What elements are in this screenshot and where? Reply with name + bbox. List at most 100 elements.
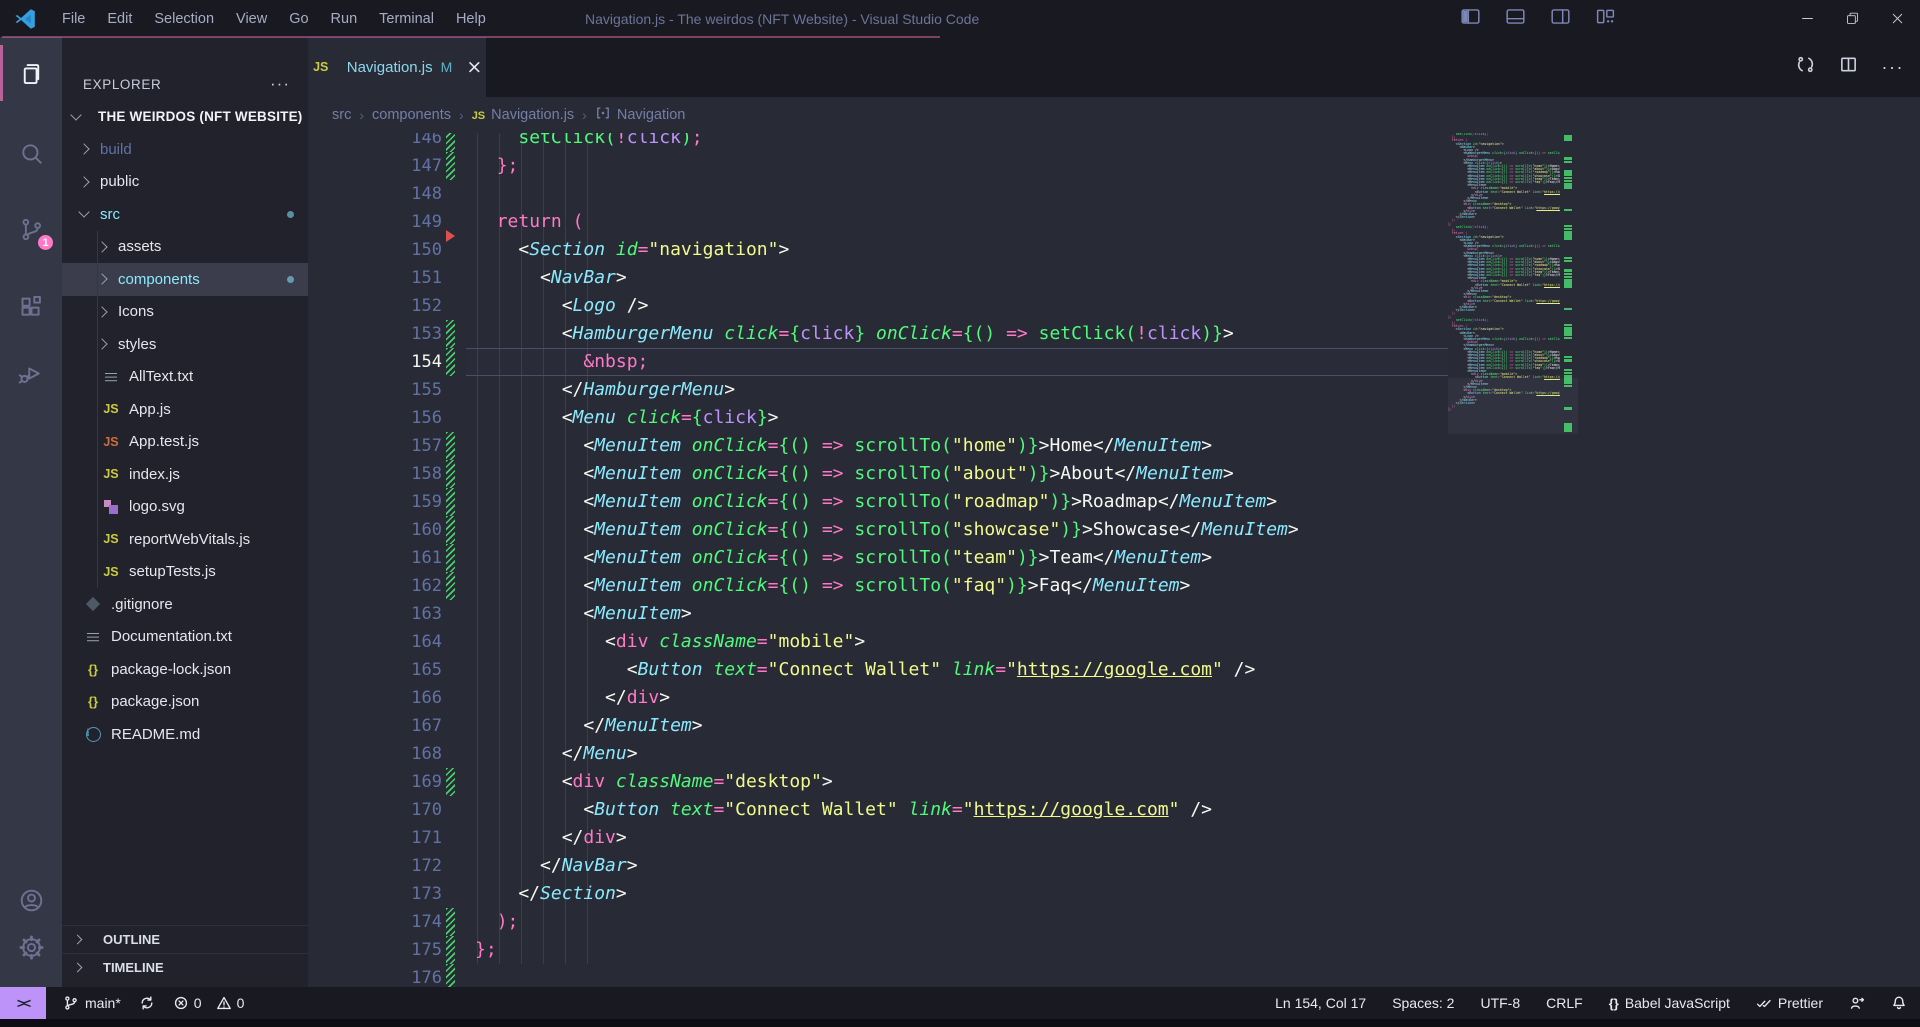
menu-view[interactable]: View bbox=[225, 0, 278, 37]
status-formatter[interactable]: Prettier bbox=[1743, 987, 1836, 1019]
code-line-161[interactable]: 161 <MenuItem onClick={() => scrollTo("t… bbox=[308, 544, 1920, 572]
code-line-153[interactable]: 153 <HamburgerMenu click={click} onClick… bbox=[308, 320, 1920, 348]
tree-item-package-lock-json[interactable]: {}package-lock.json bbox=[62, 653, 308, 686]
tree-item-src[interactable]: src bbox=[62, 198, 308, 231]
breadcrumb-navigation[interactable]: Navigation bbox=[595, 105, 686, 125]
menu-selection[interactable]: Selection bbox=[143, 0, 225, 37]
minimap-slider[interactable] bbox=[1448, 378, 1578, 434]
activity-run-and-debug[interactable] bbox=[0, 348, 62, 398]
tree-item-readme-md[interactable]: iREADME.md bbox=[62, 718, 308, 751]
code-line-147[interactable]: 147 }; bbox=[308, 152, 1920, 180]
breadcrumb-src[interactable]: src bbox=[332, 107, 351, 123]
code-line-164[interactable]: 164 <div className="mobile"> bbox=[308, 628, 1920, 656]
activity-accounts[interactable] bbox=[0, 875, 62, 925]
restore-icon[interactable] bbox=[1830, 0, 1875, 37]
code-line-163[interactable]: 163 <MenuItem> bbox=[308, 600, 1920, 628]
more-actions-icon[interactable]: ··· bbox=[1882, 57, 1904, 78]
code-line-171[interactable]: 171 </div> bbox=[308, 824, 1920, 852]
code-line-157[interactable]: 157 <MenuItem onClick={() => scrollTo("h… bbox=[308, 432, 1920, 460]
outline-panel-header[interactable]: OUTLINE bbox=[62, 925, 308, 953]
code-line-160[interactable]: 160 <MenuItem onClick={() => scrollTo("s… bbox=[308, 516, 1920, 544]
code-line-150[interactable]: 150 <Section id="navigation"> bbox=[308, 236, 1920, 264]
customize-layout-icon[interactable] bbox=[1595, 6, 1616, 32]
menu-edit[interactable]: Edit bbox=[96, 0, 143, 37]
status-feedback[interactable] bbox=[1836, 987, 1878, 1019]
tab-close-icon[interactable]: × bbox=[466, 56, 482, 78]
code-line-151[interactable]: 151 <NavBar> bbox=[308, 264, 1920, 292]
timeline-panel-header[interactable]: TIMELINE bbox=[62, 953, 308, 981]
breadcrumb-navigation-js[interactable]: JSNavigation.js bbox=[472, 107, 574, 123]
tree-item-icons[interactable]: Icons bbox=[62, 296, 308, 329]
breadcrumb-components[interactable]: components bbox=[372, 107, 451, 123]
tree-item-package-json[interactable]: {}package.json bbox=[62, 686, 308, 719]
code-line-155[interactable]: 155 </HamburgerMenu> bbox=[308, 376, 1920, 404]
open-changes-icon[interactable] bbox=[1796, 55, 1815, 79]
status-branch[interactable]: main* bbox=[54, 987, 130, 1019]
toggle-sidebar-icon[interactable] bbox=[1460, 6, 1481, 32]
tree-item-components[interactable]: components bbox=[62, 263, 308, 296]
split-editor-icon[interactable] bbox=[1839, 55, 1858, 79]
code-line-175[interactable]: 175}; bbox=[308, 936, 1920, 964]
status-language-mode[interactable]: {}Babel JavaScript bbox=[1596, 987, 1743, 1019]
tree-item-index-js[interactable]: JSindex.js bbox=[62, 458, 308, 491]
code-line-173[interactable]: 173 </Section> bbox=[308, 880, 1920, 908]
toggle-secondary-sidebar-icon[interactable] bbox=[1550, 6, 1571, 32]
status-eol[interactable]: CRLF bbox=[1533, 987, 1596, 1019]
menu-terminal[interactable]: Terminal bbox=[368, 0, 445, 37]
status-notifications[interactable] bbox=[1878, 987, 1920, 1019]
activity-search[interactable] bbox=[0, 128, 62, 178]
activity-extensions[interactable] bbox=[0, 281, 62, 331]
status-sync[interactable] bbox=[130, 987, 164, 1019]
tree-item-documentation-txt[interactable]: Documentation.txt bbox=[62, 621, 308, 654]
tree-item-public[interactable]: public bbox=[62, 166, 308, 199]
code-line-152[interactable]: 152 <Logo /> bbox=[308, 292, 1920, 320]
menu-file[interactable]: File bbox=[51, 0, 96, 37]
activity-explorer[interactable] bbox=[0, 48, 62, 98]
code-line-169[interactable]: 169 <div className="desktop"> bbox=[308, 768, 1920, 796]
close-icon[interactable] bbox=[1875, 0, 1920, 37]
status-indentation[interactable]: Spaces: 2 bbox=[1379, 987, 1467, 1019]
tree-item-styles[interactable]: styles bbox=[62, 328, 308, 361]
code-line-176[interactable]: 176 bbox=[308, 964, 1920, 987]
status-cursor-position[interactable]: Ln 154, Col 17 bbox=[1262, 987, 1379, 1019]
code-line-156[interactable]: 156 <Menu click={click}> bbox=[308, 404, 1920, 432]
code-line-165[interactable]: 165 <Button text="Connect Wallet" link="… bbox=[308, 656, 1920, 684]
status-remote[interactable]: >< bbox=[0, 987, 46, 1019]
code-line-146[interactable]: 146 setClick(!click); bbox=[308, 133, 1920, 152]
tree-item-build[interactable]: build bbox=[62, 133, 308, 166]
tree-item-app-js[interactable]: JSApp.js bbox=[62, 393, 308, 426]
tree-item-alltext-txt[interactable]: AllText.txt bbox=[62, 361, 308, 394]
status-problems[interactable]: 00 bbox=[164, 987, 262, 1019]
tree-item-assets[interactable]: assets bbox=[62, 231, 308, 264]
code-line-172[interactable]: 172 </NavBar> bbox=[308, 852, 1920, 880]
code-line-168[interactable]: 168 </Menu> bbox=[308, 740, 1920, 768]
tree-item-setuptests-js[interactable]: JSsetupTests.js bbox=[62, 556, 308, 589]
code-line-162[interactable]: 162 <MenuItem onClick={() => scrollTo("f… bbox=[308, 572, 1920, 600]
status-encoding[interactable]: UTF-8 bbox=[1467, 987, 1533, 1019]
tab-navigation-js[interactable]: JS Navigation.js M × bbox=[308, 37, 486, 97]
activity-settings[interactable] bbox=[0, 922, 62, 972]
menu-go[interactable]: Go bbox=[278, 0, 319, 37]
code-editor[interactable]: 146 setClick(!click);147 };148149 return… bbox=[308, 133, 1920, 987]
toggle-panel-icon[interactable] bbox=[1505, 6, 1526, 32]
workspace-section-header[interactable]: THE WEIRDOS (NFT WEBSITE) bbox=[62, 100, 308, 133]
sidebar-more-actions-button[interactable]: ··· bbox=[270, 70, 290, 98]
code-line-166[interactable]: 166 </div> bbox=[308, 684, 1920, 712]
code-line-149[interactable]: 149 return ( bbox=[308, 208, 1920, 236]
code-line-174[interactable]: 174 ); bbox=[308, 908, 1920, 936]
code-line-167[interactable]: 167 </MenuItem> bbox=[308, 712, 1920, 740]
code-line-154[interactable]: 154 &nbsp; bbox=[308, 348, 1920, 376]
code-line-158[interactable]: 158 <MenuItem onClick={() => scrollTo("a… bbox=[308, 460, 1920, 488]
code-line-170[interactable]: 170 <Button text="Connect Wallet" link="… bbox=[308, 796, 1920, 824]
code-line-159[interactable]: 159 <MenuItem onClick={() => scrollTo("r… bbox=[308, 488, 1920, 516]
minimize-icon[interactable] bbox=[1785, 0, 1830, 37]
tree-item-logo-svg[interactable]: logo.svg bbox=[62, 491, 308, 524]
tree-item-reportwebvitals-js[interactable]: JSreportWebVitals.js bbox=[62, 523, 308, 556]
menu-run[interactable]: Run bbox=[320, 0, 369, 37]
line-number: 174 bbox=[308, 908, 442, 936]
menu-help[interactable]: Help bbox=[445, 0, 497, 37]
activity-source-control[interactable]: 1 bbox=[0, 204, 62, 254]
code-line-148[interactable]: 148 bbox=[308, 180, 1920, 208]
tree-item-app-test-js[interactable]: JSApp.test.js bbox=[62, 426, 308, 459]
tree-item--gitignore[interactable]: .gitignore bbox=[62, 588, 308, 621]
